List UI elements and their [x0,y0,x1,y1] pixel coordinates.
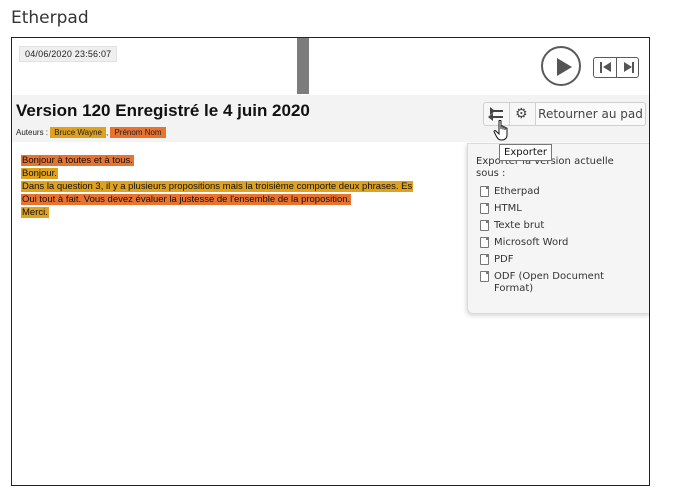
file-icon [480,237,489,248]
author-tag: Prénom Nom [110,127,166,138]
authors-separator: , [105,128,109,137]
play-button[interactable] [541,46,581,86]
authors-label: Auteurs : [16,128,49,137]
authors-line: Auteurs : Bruce Wayne, Prénom Nom [16,127,166,138]
author-tag: Bruce Wayne [50,127,106,138]
settings-button[interactable]: ⚙ [510,102,536,126]
file-icon [480,254,489,265]
export-tooltip: Exporter [499,144,552,161]
document-content[interactable]: Bonjour à toutes et à tous. Bonjour. Dan… [21,154,481,219]
step-controls [593,57,639,78]
doc-line: Oui tout à fait. Vous devez évaluer la j… [21,194,352,205]
page-heading: Etherpad [11,8,89,28]
timeslider-bar: 04/06/2020 23:56:07 [12,38,649,95]
return-to-pad-button[interactable]: Retourner au pad [536,102,646,126]
file-icon [480,186,489,197]
timeslider-handle[interactable] [297,38,309,94]
swap-arrows-icon [488,107,504,121]
gear-icon: ⚙ [515,106,528,122]
step-forward-button[interactable] [615,58,639,77]
step-back-button[interactable] [594,58,616,77]
doc-line: Merci. [21,207,49,218]
etherpad-frame: 04/06/2020 23:56:07 Version 120 Enregist… [11,37,650,486]
doc-line: Bonjour. [21,168,58,179]
export-text-link[interactable]: Texte brut [480,220,645,232]
file-icon [480,220,489,231]
file-icon [480,203,489,214]
export-odf-link[interactable]: ODF (Open Document Format) [480,271,645,295]
export-pdf-link[interactable]: PDF [480,254,645,266]
export-html-link[interactable]: HTML [480,203,645,215]
doc-line: Bonjour à toutes et à tous. [21,155,134,166]
doc-line: Dans la question 3, il y a plusieurs pro… [21,181,414,192]
revision-timestamp: 04/06/2020 23:56:07 [19,46,118,62]
export-etherpad-link[interactable]: Etherpad [480,186,645,198]
revision-title: Version 120 Enregistré le 4 juin 2020 [16,101,310,120]
export-word-link[interactable]: Microsoft Word [480,237,645,249]
export-format-list: Etherpad HTML Texte brut Microsoft Word … [480,186,645,300]
export-panel: Exporter la version actuelle sous : Ethe… [467,143,649,314]
file-icon [480,271,489,282]
hand-cursor-icon [493,120,508,141]
